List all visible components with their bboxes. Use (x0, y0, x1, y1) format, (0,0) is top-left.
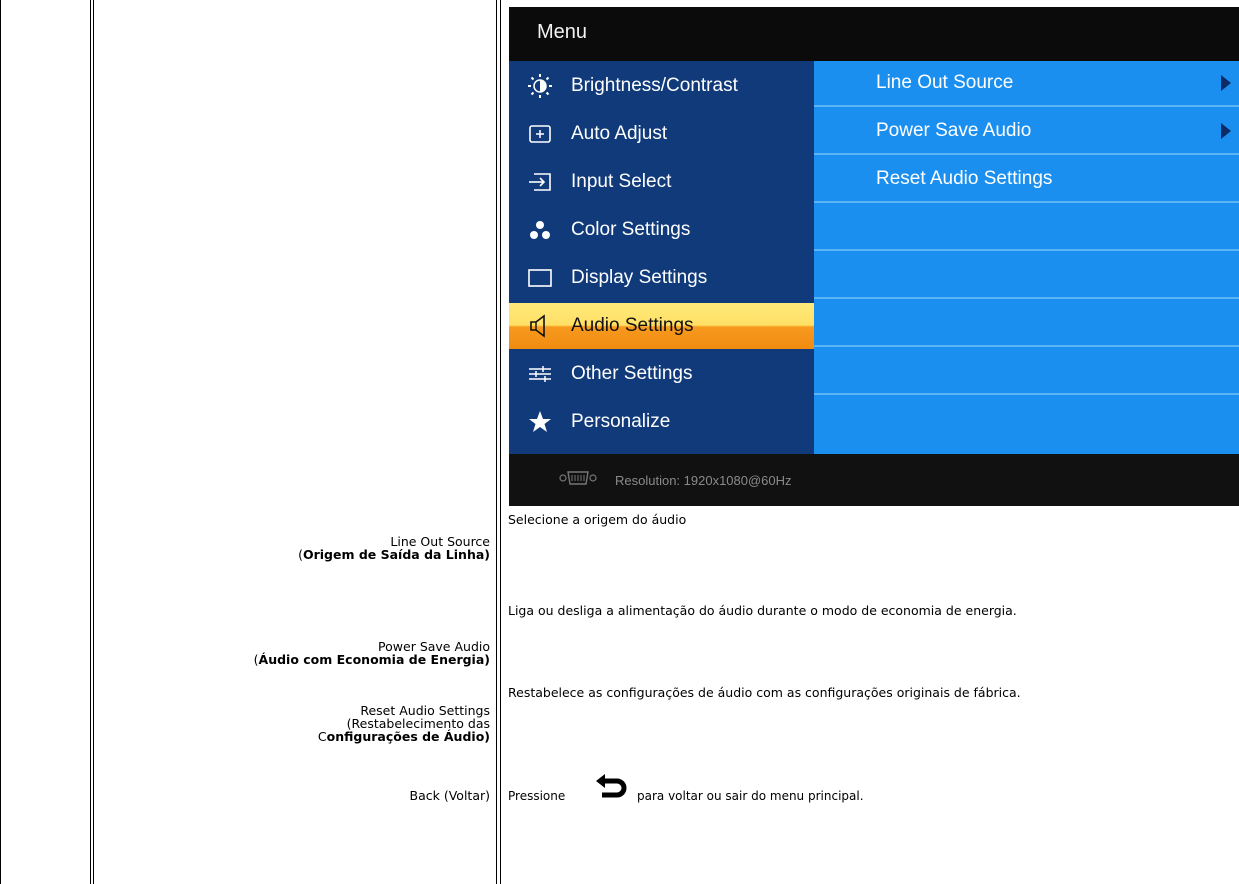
label-line-out-source: Line Out Source (Origem de Saída da Linh… (298, 534, 490, 562)
sliders-icon (527, 361, 553, 387)
submenu-item-line-out-source[interactable]: Line Out Source (814, 61, 1239, 107)
menu-item-color-settings[interactable]: Color Settings (509, 207, 814, 253)
osd-submenu: Line Out Source Power Save Audio Reset A… (814, 61, 1239, 454)
desc-power-save-audio: Liga ou desliga a alimentação do áudio d… (508, 603, 1017, 618)
label-back: Back (Voltar) (409, 788, 490, 803)
desc-reset-audio-settings: Restabelece as configurações de áudio co… (508, 685, 1021, 700)
submenu-empty-row (814, 349, 1239, 395)
menu-item-label: Personalize (571, 411, 671, 432)
osd-main-menu: Brightness/Contrast Auto Adjust Input Se… (509, 61, 814, 454)
display-settings-icon (527, 265, 553, 291)
table-border (496, 0, 497, 884)
speaker-icon (527, 313, 553, 339)
input-select-icon (527, 169, 553, 195)
label-reset-audio-settings: Reset Audio Settings (Restabelecimento d… (317, 703, 490, 744)
submenu-item-power-save-audio[interactable]: Power Save Audio (814, 109, 1239, 155)
right-arrow-icon (1221, 75, 1231, 91)
menu-item-auto-adjust[interactable]: Auto Adjust (509, 111, 814, 157)
menu-item-label: Display Settings (571, 267, 708, 288)
submenu-empty-row (814, 205, 1239, 251)
menu-item-label: Other Settings (571, 363, 693, 384)
label-power-save-audio: Power Save Audio (Áudio com Economia de … (253, 639, 490, 667)
color-settings-icon (527, 217, 553, 243)
menu-item-label: Input Select (571, 171, 672, 192)
table-border (500, 0, 501, 884)
osd-menu-screenshot: Menu Brightness/Contrast Auto Adjust Inp… (509, 7, 1239, 506)
desc-line-out-source: Selecione a origem do áudio (508, 512, 687, 527)
menu-item-brightness-contrast[interactable]: Brightness/Contrast (509, 63, 814, 109)
brightness-icon (527, 73, 553, 99)
table-border (93, 0, 94, 884)
menu-item-label: Color Settings (571, 219, 691, 240)
menu-item-audio-settings[interactable]: Audio Settings (509, 303, 814, 349)
menu-item-input-select[interactable]: Input Select (509, 159, 814, 205)
star-icon (527, 409, 553, 435)
menu-item-label: Audio Settings (571, 315, 694, 336)
right-arrow-icon (1221, 123, 1231, 139)
submenu-empty-row (814, 397, 1239, 443)
submenu-item-reset-audio-settings[interactable]: Reset Audio Settings (814, 157, 1239, 203)
table-border-left (0, 0, 1, 884)
back-arrow-icon (593, 772, 627, 801)
menu-item-label: Brightness/Contrast (571, 75, 738, 96)
resolution-readout: Resolution: 1920x1080@60Hz (615, 472, 792, 488)
vga-connector-icon (559, 469, 597, 491)
table-border (90, 0, 91, 884)
auto-adjust-icon (527, 121, 553, 147)
menu-item-other-settings[interactable]: Other Settings (509, 351, 814, 397)
menu-item-personalize[interactable]: Personalize (509, 399, 814, 445)
menu-item-display-settings[interactable]: Display Settings (509, 255, 814, 301)
menu-item-label: Auto Adjust (571, 123, 668, 144)
osd-footer: Resolution: 1920x1080@60Hz (509, 454, 1239, 506)
submenu-empty-row (814, 253, 1239, 299)
osd-menu-title: Menu (537, 21, 588, 43)
submenu-empty-row (814, 301, 1239, 347)
